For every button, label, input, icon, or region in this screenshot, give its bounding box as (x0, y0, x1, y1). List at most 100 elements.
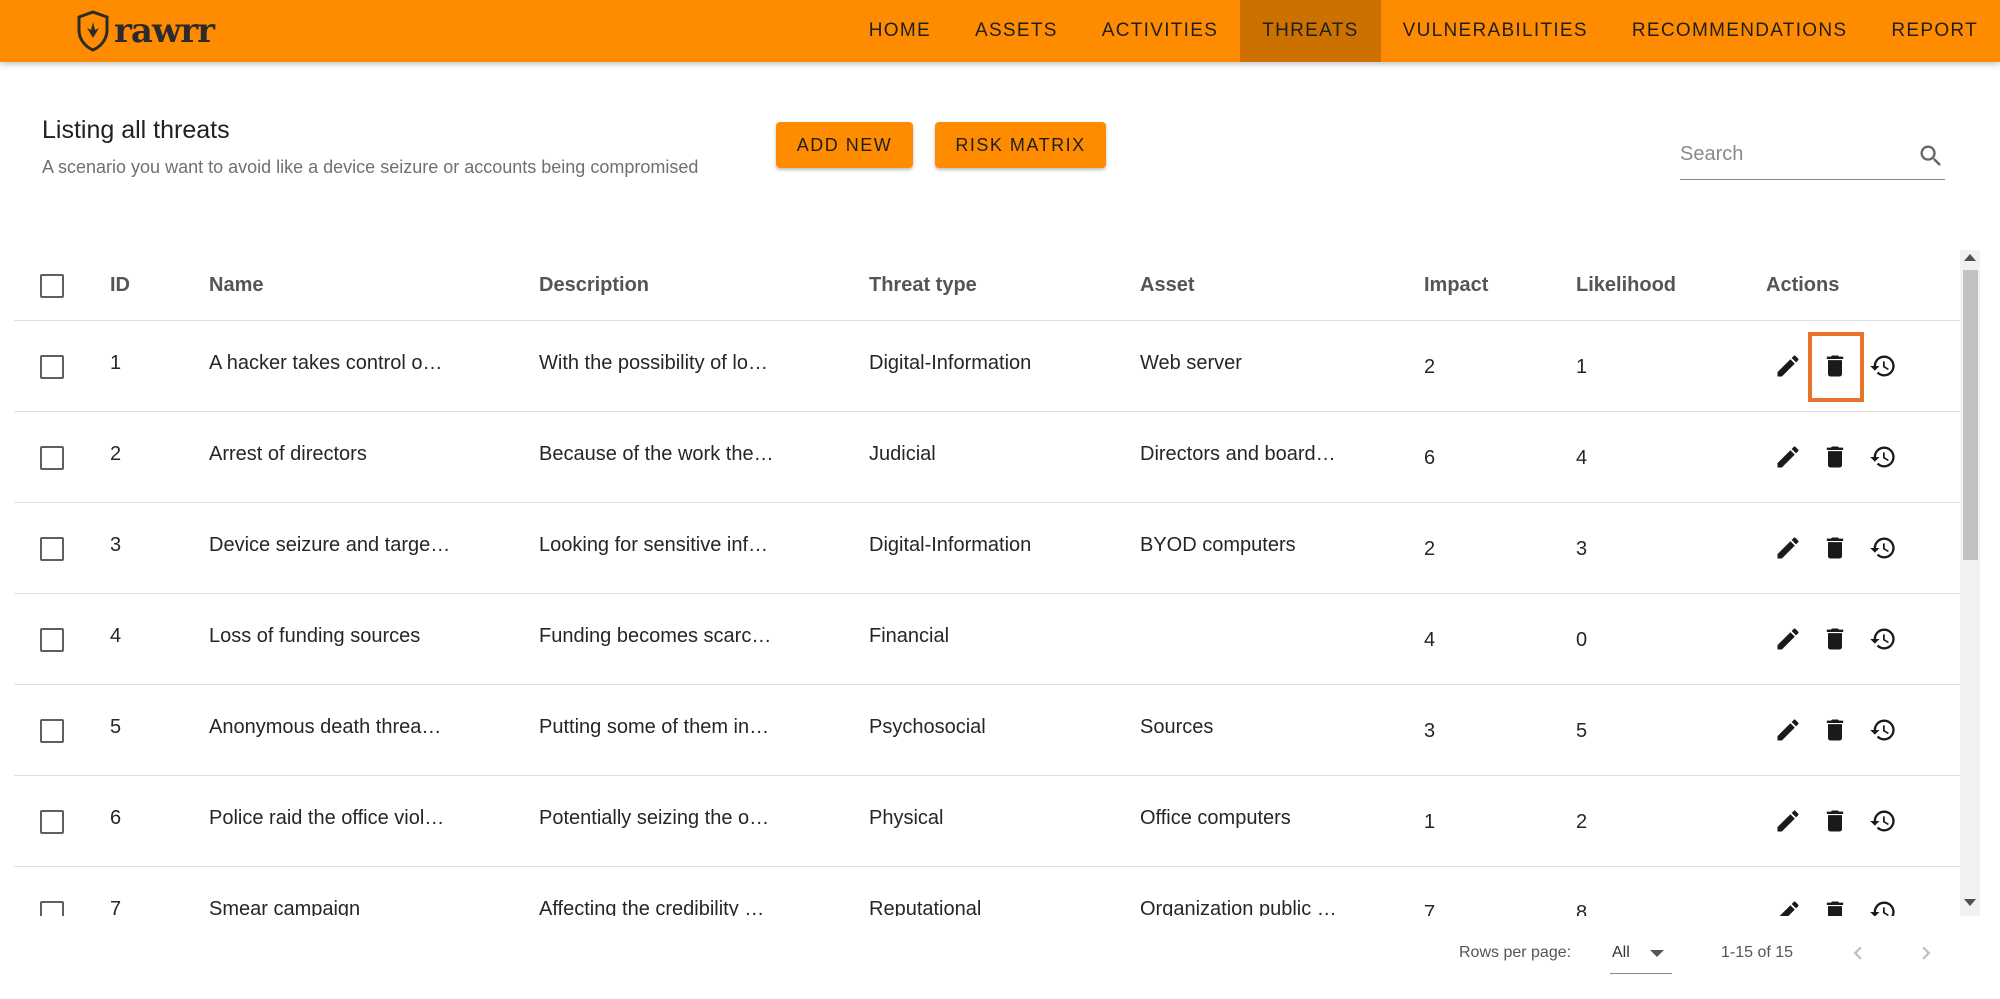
search-icon[interactable] (1917, 142, 1945, 170)
edit-button[interactable] (1771, 440, 1805, 474)
cell-name: Loss of funding sources (209, 625, 421, 647)
nav-threats[interactable]: THREATS (1240, 0, 1381, 62)
history-button[interactable] (1866, 531, 1900, 565)
table-row[interactable]: 2 Arrest of directors Because of the work … (14, 412, 1960, 503)
nav-report[interactable]: REPORT (1869, 0, 2000, 62)
rows-per-page-select[interactable]: All (1610, 934, 1672, 974)
edit-button[interactable] (1771, 895, 1805, 916)
history-button[interactable] (1866, 440, 1900, 474)
delete-button[interactable] (1818, 349, 1852, 383)
column-header-id[interactable]: ID (110, 274, 130, 297)
cell-description: Looking for sensitive inf… (539, 534, 769, 556)
risk-matrix-button[interactable]: RISK MATRIX (935, 122, 1106, 168)
nav-home[interactable]: HOME (847, 0, 953, 62)
column-header-name[interactable]: Name (209, 274, 263, 297)
trash-icon (1826, 355, 1844, 377)
cell-impact: 3 (1424, 720, 1436, 742)
table-row[interactable]: 7 Smear campaign Affecting the credibility… (14, 867, 1960, 916)
cell-id: 7 (110, 898, 122, 916)
table-row[interactable]: 1 A hacker takes control o… With the possi… (14, 321, 1960, 412)
cell-id: 6 (110, 807, 122, 829)
select-all-checkbox[interactable] (40, 274, 64, 298)
main-nav: HOME ASSETS ACTIVITIES THREATS VULNERABI… (847, 0, 2000, 62)
cell-threat-type: Physical (869, 807, 944, 829)
nav-assets[interactable]: ASSETS (953, 0, 1080, 62)
table-header-row: ID Name Description Threat type Asset Im… (14, 250, 1960, 321)
scrollbar-thumb[interactable] (1963, 270, 1978, 560)
nav-vulnerabilities[interactable]: VULNERABILITIES (1381, 0, 1610, 62)
delete-button[interactable] (1818, 895, 1852, 916)
history-icon (1870, 719, 1895, 741)
cell-asset: BYOD computers (1140, 534, 1296, 556)
column-header-description[interactable]: Description (539, 274, 649, 297)
row-checkbox[interactable] (40, 901, 64, 916)
cell-id: 5 (110, 716, 122, 738)
cell-asset: Organization public … (1140, 898, 1337, 916)
history-icon (1870, 810, 1895, 832)
column-header-likelihood[interactable]: Likelihood (1576, 274, 1676, 297)
edit-icon (1777, 446, 1799, 468)
rows-per-page-label: Rows per page: (1459, 944, 1572, 961)
cell-likelihood: 3 (1576, 538, 1588, 560)
cell-impact: 6 (1424, 447, 1436, 469)
history-button[interactable] (1866, 804, 1900, 838)
history-button[interactable] (1866, 622, 1900, 656)
trash-icon (1826, 537, 1844, 559)
column-header-impact[interactable]: Impact (1424, 274, 1488, 297)
column-header-actions: Actions (1766, 274, 1840, 296)
delete-button[interactable] (1818, 622, 1852, 656)
pagination-range: 1-15 of 15 (1721, 944, 1794, 961)
cell-name: Anonymous death threa… (209, 716, 442, 738)
history-icon (1870, 537, 1895, 559)
row-checkbox[interactable] (40, 355, 64, 379)
edit-button[interactable] (1771, 713, 1805, 747)
row-checkbox[interactable] (40, 628, 64, 652)
nav-recommendations[interactable]: RECOMMENDATIONS (1610, 0, 1869, 62)
edit-button[interactable] (1771, 804, 1805, 838)
search-input[interactable] (1680, 134, 1900, 174)
chevron-right-icon (1922, 946, 1931, 960)
edit-button[interactable] (1771, 531, 1805, 565)
cell-name: Arrest of directors (209, 443, 367, 465)
edit-button[interactable] (1771, 349, 1805, 383)
history-icon (1870, 355, 1895, 377)
page-title: Listing all threats (42, 116, 230, 144)
app-logo[interactable]: rawrr (76, 10, 215, 52)
history-button[interactable] (1866, 713, 1900, 747)
column-header-threat-type[interactable]: Threat type (869, 274, 977, 297)
trash-icon (1826, 628, 1844, 650)
nav-activities[interactable]: ACTIVITIES (1080, 0, 1240, 62)
delete-button[interactable] (1818, 440, 1852, 474)
edit-icon (1779, 901, 1799, 916)
history-button[interactable] (1866, 895, 1900, 916)
cell-threat-type: Digital-Information (869, 534, 1032, 556)
edit-button[interactable] (1771, 622, 1805, 656)
previous-page-button[interactable] (1843, 938, 1873, 968)
edit-icon (1777, 810, 1799, 832)
next-page-button[interactable] (1911, 938, 1941, 968)
row-checkbox[interactable] (40, 446, 64, 470)
cell-name: Device seizure and targe… (209, 534, 451, 556)
row-checkbox[interactable] (40, 719, 64, 743)
delete-button[interactable] (1818, 531, 1852, 565)
table-row[interactable]: 5 Anonymous death threa… Putting some of t… (14, 685, 1960, 776)
row-checkbox[interactable] (40, 810, 64, 834)
cell-impact: 1 (1424, 811, 1436, 833)
history-button[interactable] (1866, 349, 1900, 383)
scroll-down-arrow-icon[interactable] (1964, 899, 1976, 906)
delete-button[interactable] (1818, 713, 1852, 747)
table-row[interactable]: 4 Loss of funding sources Funding becomes … (14, 594, 1960, 685)
table-row[interactable]: 6 Police raid the office viol… Potentially… (14, 776, 1960, 867)
scroll-up-arrow-icon[interactable] (1964, 254, 1976, 261)
top-app-bar: rawrr HOME ASSETS ACTIVITIES THREATS VUL… (0, 0, 2000, 62)
cell-name: Smear campaign (209, 898, 361, 916)
column-header-asset[interactable]: Asset (1140, 274, 1194, 297)
delete-button[interactable] (1818, 804, 1852, 838)
row-checkbox[interactable] (40, 537, 64, 561)
add-new-button[interactable]: ADD NEW (776, 122, 913, 168)
history-icon (1870, 446, 1895, 468)
edit-icon (1777, 628, 1799, 650)
table-row[interactable]: 3 Device seizure and targe… Looking for se… (14, 503, 1960, 594)
cell-likelihood: 5 (1576, 720, 1588, 742)
page-subtitle: A scenario you want to avoid like a devi… (42, 157, 699, 177)
